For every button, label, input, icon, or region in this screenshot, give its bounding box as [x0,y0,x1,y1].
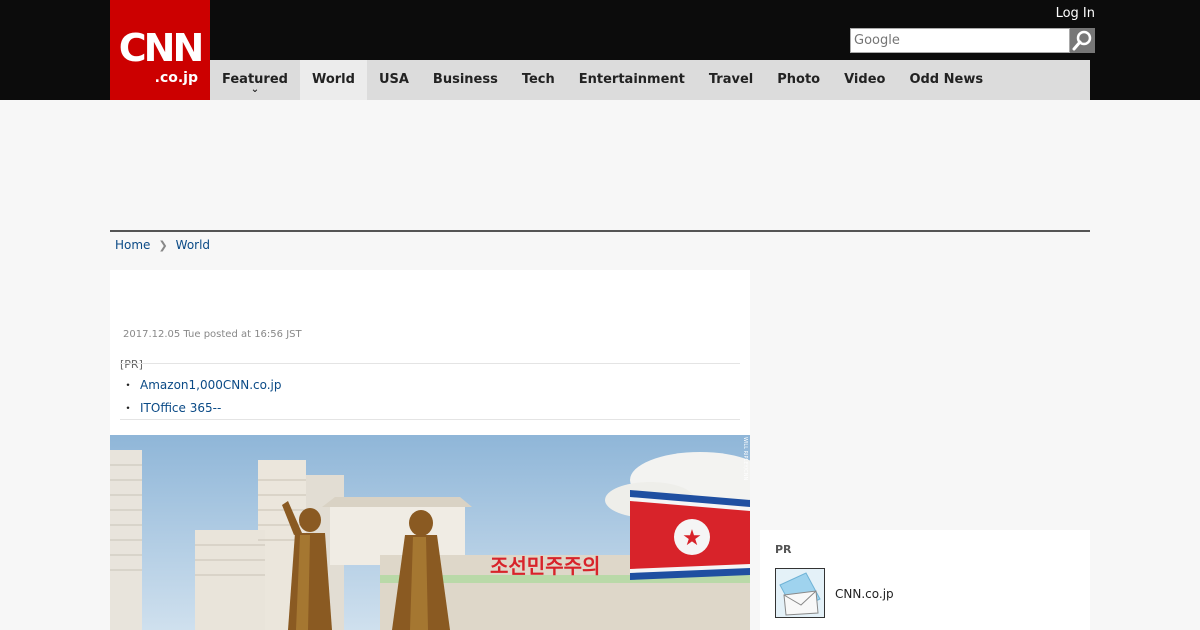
nav-item-travel[interactable]: Travel [697,60,765,100]
breadcrumb: Home ❯ World [115,238,210,252]
nav-item-tech[interactable]: Tech [510,60,567,100]
search-bar [850,28,1095,53]
pr-divider-top [120,363,740,364]
sidebar-pr-title: PR [775,543,792,556]
search-icon [1072,30,1092,51]
pr-link-item: ・ Amazon1,000CNN.co.jp [122,374,282,397]
sidebar-pr-box: PR CNN.co.jp [760,530,1090,630]
nav-item-world[interactable]: World [299,60,367,100]
search-input[interactable] [850,28,1070,53]
mail-thumbnail-icon [776,569,824,617]
breadcrumb-world[interactable]: World [176,238,210,252]
chevron-down-icon: ⌄ [250,84,260,95]
sign-text: 조선민주주의 [490,554,600,578]
bullet-icon: ・ [122,401,135,415]
nav-item-odd-news[interactable]: Odd News [897,60,995,100]
nav-item-entertainment[interactable]: Entertainment [567,60,697,100]
pyongyang-statues-image: ★ 조선민주주의 [110,435,750,630]
chevron-right-icon: ❯ [158,238,168,252]
cnn-logo[interactable]: CNN .co.jp [110,0,210,100]
pr-link-item: ・ ITOffice 365-- [122,397,282,420]
nav-item-photo[interactable]: Photo [765,60,832,100]
logo-wordmark: CNN [118,26,205,70]
pr-link-office[interactable]: ITOffice 365-- [140,401,221,415]
nav-item-usa[interactable]: USA [367,60,421,100]
article-dateline: 2017.12.05 Tue posted at 16:56 JST [123,329,302,340]
nav-item-business[interactable]: Business [421,60,510,100]
login-link[interactable]: Log In [1056,6,1095,21]
ad-banner-space [110,100,1090,230]
article-photo: ★ 조선민주주의 WILL RIPLEY/CNN [110,435,750,630]
bullet-icon: ・ [122,378,135,392]
pr-divider-bottom [120,419,740,420]
nav-item-featured[interactable]: Featured ⌄ [210,60,300,100]
pr-label: [PR] [120,358,143,371]
pr-item-link[interactable]: CNN.co.jp [835,587,894,601]
logo-suffix: .co.jp [154,70,198,86]
main-nav: Featured ⌄ World USA Business Tech Enter… [210,60,1090,100]
photo-credit: WILL RIPLEY/CNN [742,437,748,481]
breadcrumb-home[interactable]: Home [115,238,150,252]
pr-thumbnail[interactable] [775,568,825,618]
pr-link-amazon[interactable]: Amazon1,000CNN.co.jp [140,378,282,392]
search-button[interactable] [1070,28,1095,53]
svg-text:★: ★ [682,526,702,551]
site-header: CNN .co.jp Log In Featured ⌄ World USA B… [0,0,1200,100]
nav-item-video[interactable]: Video [832,60,897,100]
section-divider [110,230,1090,232]
pr-links: ・ Amazon1,000CNN.co.jp ・ ITOffice 365-- [122,374,282,420]
